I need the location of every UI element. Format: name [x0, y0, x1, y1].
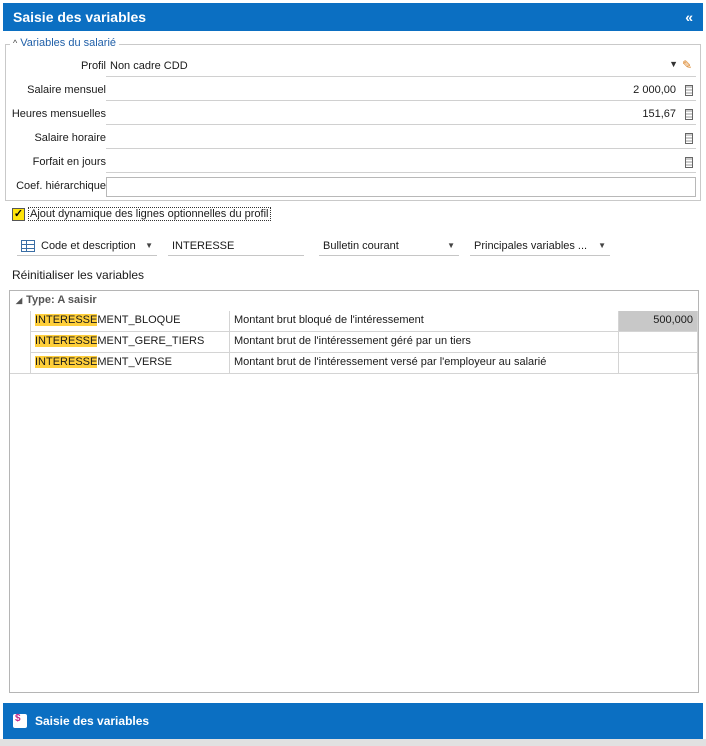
code-rest: MENT_VERSE — [97, 356, 172, 368]
chevron-down-icon[interactable]: ▼ — [145, 241, 153, 250]
variables-icon — [13, 713, 27, 728]
code-highlight: INTERESSE — [35, 335, 98, 347]
hourly-salary-label: Salaire horaire — [34, 132, 106, 144]
profile-row: Profil Non cadre CDD ▼ ✎ — [6, 57, 702, 77]
days-package-input[interactable] — [106, 153, 696, 173]
chevron-up-icon[interactable]: ^ — [13, 38, 17, 48]
table-icon — [21, 239, 35, 252]
monthly-salary-row: Salaire mensuel 2 000,00 — [6, 81, 702, 101]
hierarchy-coef-input[interactable] — [106, 177, 696, 197]
code-cell[interactable]: INTERESSEMENT_VERSE — [30, 353, 229, 373]
collapse-icon[interactable]: « — [685, 9, 693, 25]
variables-grid: ◢ Type: A saisir INTERESSEMENT_BLOQUE Mon… — [9, 290, 699, 693]
monthly-salary-input[interactable]: 2 000,00 — [106, 81, 696, 101]
group-title: Variables du salarié — [20, 37, 117, 49]
chevron-down-icon[interactable]: ▼ — [669, 59, 678, 69]
filter-input[interactable]: INTERESSE — [168, 236, 304, 256]
code-highlight: INTERESSE — [35, 356, 98, 368]
bulletin-dropdown[interactable]: Bulletin courant ▼ — [319, 236, 459, 256]
panel-header: Saisie des variables « — [3, 3, 703, 31]
bottom-strip — [0, 739, 706, 746]
days-package-row: Forfait en jours — [6, 153, 702, 173]
chevron-down-icon[interactable]: ▼ — [447, 241, 455, 250]
calculator-icon[interactable] — [685, 85, 693, 96]
footer-title: Saisie des variables — [35, 714, 150, 728]
hourly-salary-input[interactable] — [106, 129, 696, 149]
hierarchy-coef-label: Coef. hiérarchique — [16, 180, 106, 192]
calculator-icon[interactable] — [685, 133, 693, 144]
table-row[interactable]: INTERESSEMENT_GERE_TIERS Montant brut de… — [30, 332, 698, 353]
hierarchy-coef-row: Coef. hiérarchique — [6, 177, 702, 197]
monthly-salary-value: 2 000,00 — [633, 84, 676, 96]
pencil-icon[interactable]: ✎ — [680, 58, 694, 72]
description-cell[interactable]: Montant brut bloqué de l'intéressement — [229, 311, 618, 331]
grid-group-label: Type: A saisir — [26, 294, 97, 306]
table-row[interactable]: INTERESSEMENT_VERSE Montant brut de l'in… — [30, 353, 698, 374]
chevron-down-icon[interactable]: ▼ — [598, 241, 606, 250]
monthly-hours-input[interactable]: 151,67 — [106, 105, 696, 125]
profile-dropdown[interactable]: Non cadre CDD ▼ ✎ — [106, 57, 696, 77]
expand-triangle-icon[interactable]: ◢ — [16, 296, 22, 305]
reset-variables-link[interactable]: Réinitialiser les variables — [12, 268, 144, 282]
search-mode-dropdown[interactable]: Code et description ▼ — [17, 236, 157, 256]
table-row[interactable]: INTERESSEMENT_BLOQUE Montant brut bloqué… — [30, 311, 698, 332]
code-highlight: INTERESSE — [35, 314, 98, 326]
hourly-salary-row: Salaire horaire — [6, 129, 702, 149]
grid-group-row[interactable]: ◢ Type: A saisir — [10, 291, 698, 311]
variables-value: Principales variables ... — [474, 239, 588, 252]
value-cell[interactable] — [618, 332, 698, 352]
employee-variables-group: ^ Variables du salarié Profil Non cadre … — [5, 37, 702, 201]
code-rest: MENT_GERE_TIERS — [97, 335, 205, 347]
dynamic-lines-checkbox[interactable]: ✓ — [12, 207, 25, 221]
monthly-salary-label: Salaire mensuel — [27, 84, 106, 96]
monthly-hours-value: 151,67 — [642, 108, 676, 120]
panel-title: Saisie des variables — [13, 9, 147, 25]
dynamic-lines-label[interactable]: Ajout dynamique des lignes optionnelles … — [28, 207, 271, 221]
code-cell[interactable]: INTERESSEMENT_BLOQUE — [30, 311, 229, 331]
footer-bar[interactable]: Saisie des variables — [3, 703, 703, 739]
profile-value: Non cadre CDD — [110, 60, 188, 72]
code-cell[interactable]: INTERESSEMENT_GERE_TIERS — [30, 332, 229, 352]
monthly-hours-row: Heures mensuelles 151,67 — [6, 105, 702, 125]
filter-toolbar: Code et description ▼ INTERESSE Bulletin… — [0, 236, 706, 256]
variables-dropdown[interactable]: Principales variables ... ▼ — [470, 236, 610, 256]
calculator-icon[interactable] — [685, 157, 693, 168]
description-cell[interactable]: Montant brut de l'intéressement versé pa… — [229, 353, 618, 373]
grid-divider — [10, 373, 698, 374]
days-package-label: Forfait en jours — [32, 156, 106, 168]
description-cell[interactable]: Montant brut de l'intéressement géré par… — [229, 332, 618, 352]
value-cell[interactable]: 500,000 — [618, 311, 698, 331]
value-cell[interactable] — [618, 353, 698, 373]
group-legend[interactable]: ^ Variables du salarié — [10, 37, 120, 49]
search-mode-value: Code et description — [41, 239, 136, 252]
calculator-icon[interactable] — [685, 109, 693, 120]
bulletin-value: Bulletin courant — [323, 239, 399, 252]
code-rest: MENT_BLOQUE — [97, 314, 181, 326]
filter-value: INTERESSE — [172, 239, 235, 252]
profile-label: Profil — [80, 60, 106, 72]
monthly-hours-label: Heures mensuelles — [11, 108, 106, 120]
dynamic-lines-option[interactable]: ✓ Ajout dynamique des lignes optionnelle… — [12, 207, 271, 221]
